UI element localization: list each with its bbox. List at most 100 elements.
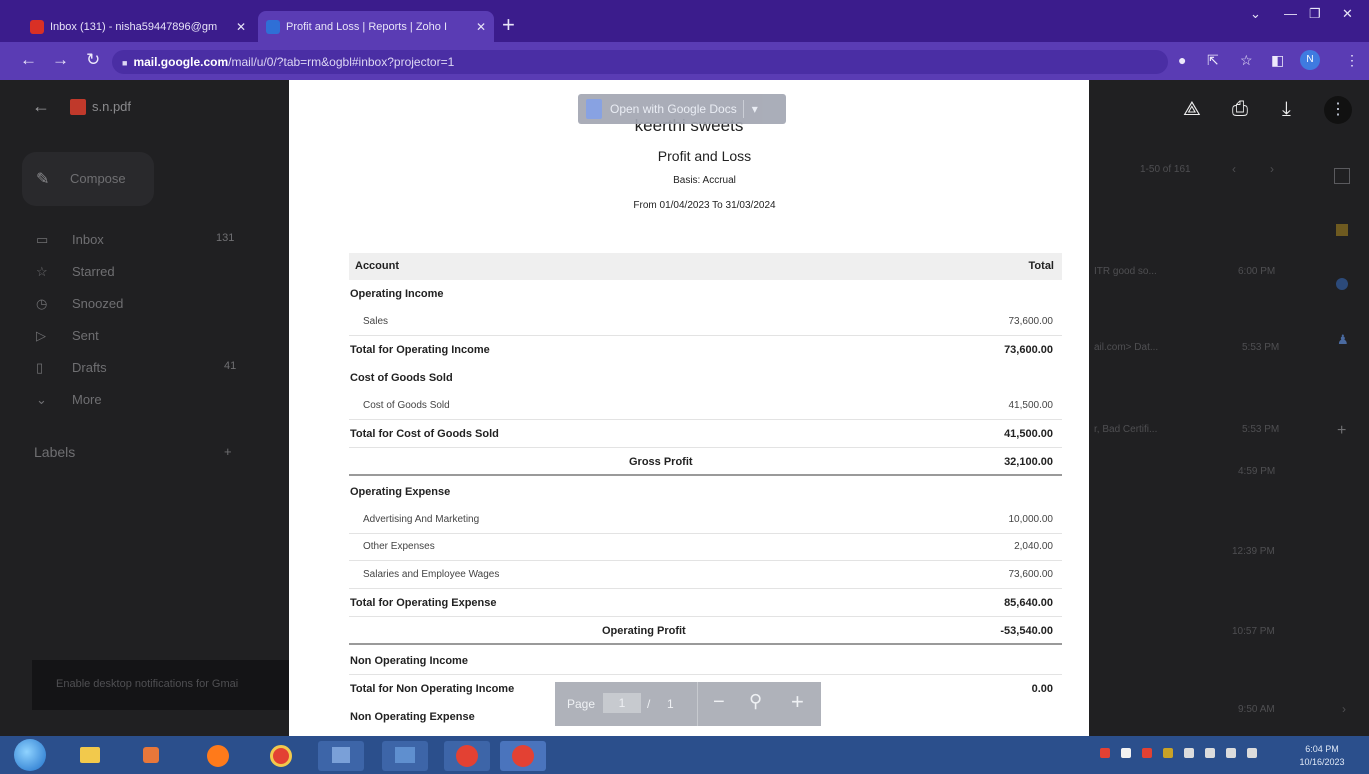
contacts-icon[interactable]: ♟ — [1337, 332, 1349, 348]
reload-icon[interactable]: ↻ — [86, 50, 100, 70]
taskbar-chrome-icon[interactable] — [258, 741, 304, 771]
keep-icon[interactable] — [1336, 224, 1348, 236]
viewer-back-icon[interactable]: ← — [32, 96, 50, 117]
start-button[interactable] — [14, 739, 46, 771]
row-value: 41,500.00 — [1008, 400, 1054, 411]
close-tab-icon[interactable]: ✕ — [476, 20, 486, 34]
taskbar-window-icon[interactable] — [382, 741, 428, 771]
tray-icon[interactable] — [1121, 748, 1131, 758]
tasks-icon[interactable] — [1336, 278, 1348, 290]
nav-starred[interactable]: Starred — [72, 264, 115, 279]
location-icon[interactable]: ● — [1178, 52, 1186, 68]
url-path: /mail/u/0/?tab=rm&ogbl#inbox?projector=1 — [228, 55, 455, 69]
col-total: Total — [1028, 260, 1054, 272]
network-icon[interactable] — [1205, 748, 1215, 758]
row-account: Other Expenses — [363, 541, 435, 552]
row-value: 0.00 — [1031, 683, 1053, 695]
tray-icon[interactable] — [1142, 748, 1152, 758]
add-label-icon[interactable]: + — [224, 444, 232, 459]
clock-date[interactable]: 10/16/2023 — [1290, 757, 1354, 767]
email-time: 5:53 PM — [1242, 424, 1280, 435]
notification-text[interactable]: Enable desktop notifications for Gmai — [56, 678, 238, 690]
draft-icon: ▯ — [36, 360, 44, 375]
add-addon-icon[interactable]: + — [1337, 422, 1346, 440]
forward-icon[interactable]: → — [52, 50, 69, 70]
page-number-input[interactable]: 1 — [603, 693, 641, 713]
tab-profit-and-loss[interactable]: Profit and Loss | Reports | Zoho I ✕ — [258, 11, 494, 42]
open-with-docs-button[interactable]: Open with Google Docs ▾ — [578, 94, 786, 124]
viewer-file-name: s.n.pdf — [92, 99, 132, 114]
more-options-icon[interactable]: ⋮ — [1324, 96, 1352, 124]
table-row: Total for Operating Expense 85,640.00 — [349, 590, 1062, 617]
table-row: Advertising And Marketing 10,000.00 — [349, 507, 1062, 534]
nav-more[interactable]: More — [72, 392, 102, 407]
taskbar-firefox-icon[interactable] — [194, 741, 240, 771]
flag-icon[interactable] — [1247, 748, 1257, 758]
taskbar-chrome-profile-icon[interactable] — [500, 741, 546, 771]
close-tab-icon[interactable]: ✕ — [236, 20, 246, 34]
row-value: 73,600.00 — [1004, 344, 1053, 356]
table-row: Other Expenses 2,040.00 — [349, 534, 1062, 561]
expand-panel-icon[interactable]: › — [1342, 702, 1346, 716]
bookmark-star-icon[interactable]: ☆ — [1240, 52, 1253, 69]
print-icon[interactable]: ⎙ — [1232, 98, 1248, 121]
taskbar-explorer-icon[interactable] — [66, 741, 112, 771]
tray-icon[interactable] — [1100, 748, 1110, 758]
zoom-out-icon[interactable]: − — [713, 691, 725, 714]
page-navigation-bar: Page 1 / 1 − ⚲ + — [555, 682, 821, 726]
tab-title: Profit and Loss | Reports | Zoho I — [286, 20, 448, 33]
row-account: Operating Profit — [602, 625, 686, 637]
tray-icon[interactable] — [1163, 748, 1173, 758]
chevron-down-icon: ⌄ — [36, 392, 47, 407]
row-account: Gross Profit — [629, 456, 693, 468]
send-icon: ▷ — [36, 328, 46, 343]
nav-drafts[interactable]: Drafts — [72, 360, 107, 375]
profile-avatar[interactable]: N — [1300, 50, 1320, 70]
prev-page-icon[interactable]: ‹ — [1232, 162, 1236, 176]
restore-icon[interactable]: ❐ — [1309, 6, 1321, 22]
minimize-icon[interactable]: — — [1284, 6, 1297, 21]
tab-gmail-inbox[interactable]: Inbox (131) - nisha59447896@gm ✕ — [22, 11, 254, 42]
side-panel-icon[interactable]: ◧ — [1271, 52, 1284, 69]
new-tab-icon[interactable]: + — [502, 12, 515, 38]
taskbar-media-player-icon[interactable] — [128, 741, 174, 771]
email-snippet[interactable]: r, Bad Certifi... — [1094, 424, 1157, 435]
browser-tab-strip: Inbox (131) - nisha59447896@gm ✕ Profit … — [0, 0, 1369, 42]
dropdown-caret-icon[interactable]: ▾ — [752, 102, 758, 116]
volume-icon[interactable] — [1226, 748, 1236, 758]
email-time: 5:53 PM — [1242, 342, 1280, 353]
row-value: 73,600.00 — [1008, 316, 1054, 327]
calendar-icon[interactable] — [1334, 168, 1350, 184]
row-account: Total for Operating Income — [350, 344, 490, 356]
email-snippet[interactable]: ITR good so... — [1094, 266, 1157, 277]
pencil-icon: ✎ — [36, 171, 50, 188]
notification-banner: Enable desktop notifications for Gmai — [32, 660, 300, 710]
address-bar[interactable]: ■ mail.google.com/mail/u/0/?tab=rm&ogbl#i… — [112, 50, 1168, 74]
back-icon[interactable]: ← — [20, 50, 37, 70]
close-window-icon[interactable]: ✕ — [1342, 6, 1353, 22]
row-value: 73,600.00 — [1008, 569, 1054, 580]
pdf-file-icon — [70, 99, 86, 115]
tab-search-chevron-icon[interactable]: ⌄ — [1250, 6, 1261, 22]
page-separator: / — [647, 697, 651, 711]
add-to-drive-icon[interactable]: ⟁ — [1183, 98, 1201, 121]
nav-inbox[interactable]: Inbox — [72, 232, 104, 247]
browser-menu-icon[interactable]: ⋮ — [1345, 52, 1359, 69]
row-account: Cost of Goods Sold — [350, 372, 453, 384]
zoom-icon[interactable]: ⚲ — [749, 691, 762, 712]
email-snippet[interactable]: ail.com> Dat... — [1094, 342, 1158, 353]
taskbar-app-icon[interactable] — [318, 741, 364, 771]
url-host: mail.google.com — [133, 55, 229, 69]
table-row: Cost of Goods Sold — [349, 365, 1062, 392]
zoom-in-icon[interactable]: + — [791, 689, 804, 715]
nav-sent[interactable]: Sent — [72, 328, 99, 343]
report-title: Profit and Loss — [657, 148, 752, 164]
clock-time[interactable]: 6:04 PM — [1290, 744, 1354, 754]
share-icon[interactable]: ⇱ — [1207, 52, 1219, 69]
tray-icon[interactable] — [1184, 748, 1194, 758]
download-icon[interactable]: ⤓ — [1282, 98, 1291, 121]
nav-snoozed[interactable]: Snoozed — [72, 296, 123, 311]
next-page-icon[interactable]: › — [1270, 162, 1274, 176]
compose-button[interactable]: ✎ Compose — [22, 152, 154, 206]
taskbar-chrome-profile-icon[interactable] — [444, 741, 490, 771]
